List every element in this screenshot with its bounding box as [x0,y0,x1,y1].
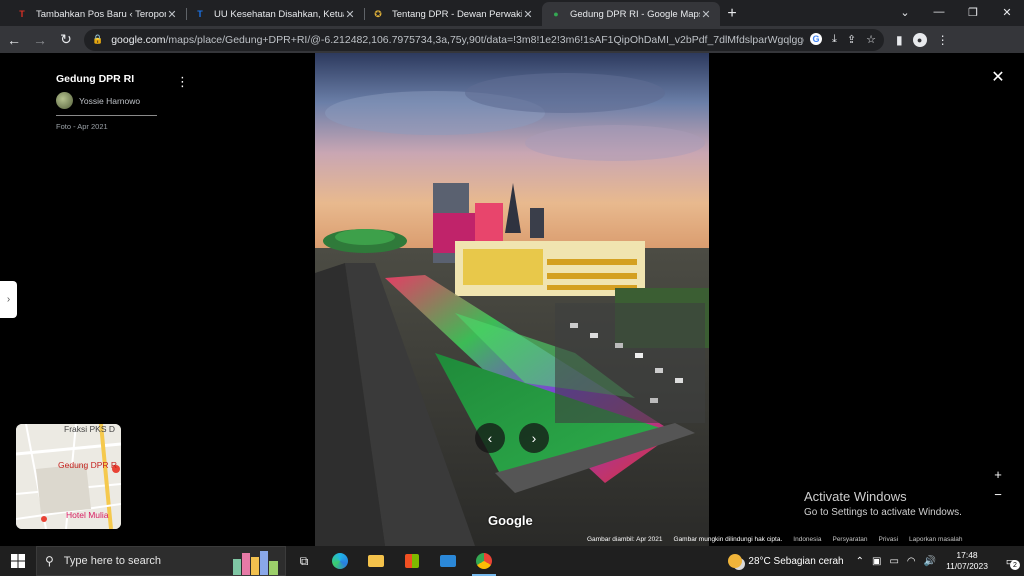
tab-title: Gedung DPR RI - Google Maps [570,8,700,20]
taskbar-clock[interactable]: 17:48 11/07/2023 [946,550,988,572]
minimap-label-gedung: Gedung DPR R [58,460,118,470]
tab-close-icon[interactable]: ✕ [700,8,712,21]
footer-link-report[interactable]: Laporkan masalah [909,536,962,543]
back-icon[interactable]: ← [2,28,26,52]
footer-link-region[interactable]: Indonesia [793,536,821,543]
maps-photo-viewer: Gedung DPR RI Yossie Harnowo Foto - Apr … [0,53,1024,546]
teropong-favicon-icon: T [19,9,25,19]
browser-tab-3[interactable]: ✪ Tentang DPR - Dewan Perwakilan ✕ [364,2,542,26]
zoom-out-button[interactable]: − [988,485,1008,505]
activate-windows-watermark: Activate Windows Go to Settings to activ… [804,489,962,518]
window-controls: ⌄ — ❐ ✕ [888,0,1024,24]
wifi-icon[interactable]: ◠ [907,556,916,567]
place-name[interactable]: Gedung DPR RI [56,73,196,85]
minimap-label-fraksi: Fraksi PKS D [64,424,116,434]
search-highlight-city-icon [233,551,278,575]
edge-browser-icon[interactable] [322,546,358,576]
partly-cloudy-icon [728,554,743,568]
mail-icon[interactable] [430,546,466,576]
capture-date: Gambar diambil: Apr 2021 [587,536,663,543]
browser-tab-4[interactable]: ● Gedung DPR RI - Google Maps ✕ [542,2,720,26]
search-icon: ⚲ [45,554,54,568]
notification-center-icon[interactable]: ▭2 [998,546,1024,576]
browser-tab-1[interactable]: T Tambahkan Pos Baru ‹ Teropong ✕ [8,2,186,26]
browser-toolbar: ← → ↻ 🔒 google.com/maps/place/Gedung+DPR… [0,26,1024,53]
windows-taskbar: ⚲ Type here to search ⧉ 28°C Sebagian ce… [0,546,1024,576]
minimap-label-hotel: Hotel Mulia [66,510,109,520]
clock-time: 17:48 [956,550,978,560]
volume-icon[interactable]: 🔊 [924,556,936,567]
clock-date: 11/07/2023 [946,561,988,571]
close-viewer-icon[interactable]: ✕ [988,67,1008,87]
share-icon[interactable]: ⇪ [847,33,856,46]
chrome-icon[interactable] [466,546,502,576]
copyright-notice: Gambar mungkin dilindungi hak cipta. [673,536,783,543]
google-maps-favicon-icon: ● [553,9,559,19]
tempo-favicon-icon: T [197,9,203,19]
minimize-icon[interactable]: — [922,0,956,24]
task-view-icon[interactable]: ⧉ [286,546,322,576]
google-lens-icon[interactable]: G [810,33,823,45]
taskbar-search-box[interactable]: ⚲ Type here to search [36,546,286,576]
activate-windows-title: Activate Windows [804,489,907,504]
battery-icon[interactable]: ▭ [889,556,898,567]
dpr-building-photo-image [315,53,709,546]
viewer-footer: Gambar diambil: Apr 2021 Gambar mungkin … [587,536,963,543]
browser-tab-strip: T Tambahkan Pos Baru ‹ Teropong ✕ T UU Keseh… [0,0,1024,26]
weather-text: 28°C Sebagian cerah [748,555,844,567]
close-window-icon[interactable]: ✕ [990,0,1024,24]
zoom-controls: + − [988,465,1008,505]
footer-link-privacy[interactable]: Privasi [879,536,899,543]
place-photo[interactable] [315,53,709,546]
system-tray: 28°C Sebagian cerah ⌃ ▣ ▭ ◠ 🔊 17:48 11/0… [728,546,1024,576]
photo-date: Foto - Apr 2021 [56,122,108,131]
reload-icon[interactable]: ↻ [54,28,78,52]
side-panel-icon[interactable]: ▮ [896,33,903,47]
tab-close-icon[interactable]: ✕ [344,8,356,21]
new-tab-button[interactable]: + [720,2,744,26]
tab-close-icon[interactable]: ✕ [522,8,534,21]
photo-info-panel: Gedung DPR RI Yossie Harnowo Foto - Apr … [56,73,196,131]
tab-close-icon[interactable]: ✕ [166,8,178,21]
address-bar[interactable]: 🔒 google.com/maps/place/Gedung+DPR+RI/@-… [84,28,884,51]
forward-icon[interactable]: → [28,28,52,52]
url-host: google.com [111,33,166,46]
more-options-icon[interactable]: ⋮ [176,75,189,88]
google-watermark: Google [488,513,533,528]
windows-start-icon[interactable] [0,546,36,576]
bookmark-star-icon[interactable]: ☆ [866,33,876,46]
search-placeholder: Type here to search [63,555,162,567]
footer-link-terms[interactable]: Persyaratan [832,536,867,543]
tab-title: Tambahkan Pos Baru ‹ Teropong [36,8,166,20]
profile-icon[interactable]: ● [912,32,927,47]
install-app-icon[interactable]: ⤓ [832,33,837,46]
file-explorer-icon[interactable] [358,546,394,576]
notification-count: 2 [1010,560,1020,570]
expand-panel-chevron-icon[interactable]: › [0,281,17,318]
previous-photo-chevron-left-icon[interactable]: ‹ [475,423,505,453]
activate-windows-subtitle: Go to Settings to activate Windows. [804,507,962,518]
panel-divider [56,115,157,116]
author-avatar[interactable] [56,92,73,109]
dpr-emblem-favicon-icon: ✪ [374,8,382,19]
url-path: /maps/place/Gedung+DPR+RI/@-6.212482,106… [165,33,805,46]
minimap[interactable]: Fraksi PKS D Gedung DPR R Hotel Mulia [16,424,121,529]
restore-icon[interactable]: ❐ [956,0,990,24]
meet-now-icon[interactable]: ▣ [872,556,881,567]
show-hidden-icons-chevron-up-icon[interactable]: ⌃ [856,556,864,567]
microsoft-store-icon[interactable] [394,546,430,576]
weather-widget[interactable]: 28°C Sebagian cerah [728,554,844,568]
zoom-in-button[interactable]: + [988,465,1008,485]
author-name[interactable]: Yossie Harnowo [79,96,140,106]
tab-title: Tentang DPR - Dewan Perwakilan [392,8,522,20]
next-photo-chevron-right-icon[interactable]: › [519,423,549,453]
browser-tab-2[interactable]: T UU Kesehatan Disahkan, Ketua B ✕ [186,2,364,26]
tab-search-icon[interactable]: ⌄ [888,0,922,24]
lock-icon: 🔒 [92,34,104,44]
browser-menu-icon[interactable]: ⋮ [937,33,949,47]
photo-author[interactable]: Yossie Harnowo [56,92,196,109]
tab-title: UU Kesehatan Disahkan, Ketua B [214,8,344,20]
